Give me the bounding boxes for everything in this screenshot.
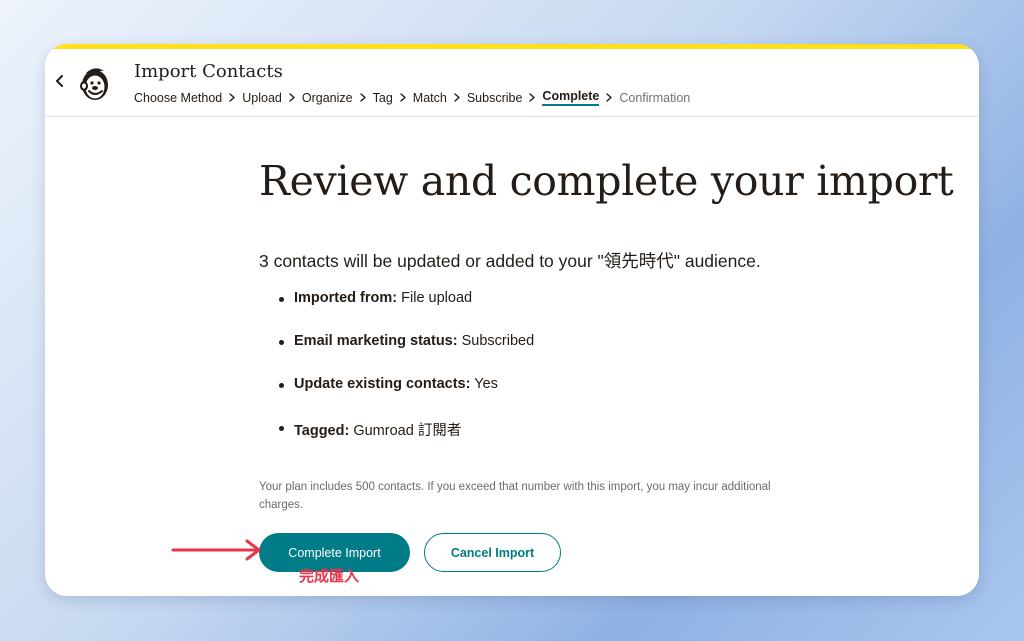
cancel-import-button[interactable]: Cancel Import: [424, 533, 561, 572]
list-item: Tagged: Gumroad 訂閱者: [259, 419, 534, 462]
detail-value: Gumroad 訂閱者: [353, 423, 462, 439]
chevron-left-icon: [56, 75, 63, 87]
page-header: Import Contacts Choose Method Upload Organ…: [45, 49, 979, 117]
breadcrumb-item[interactable]: Upload: [242, 91, 282, 105]
import-details-list: Imported from: File upload Email marketin…: [259, 290, 534, 462]
plan-note: Your plan includes 500 contacts. If you …: [259, 481, 771, 511]
breadcrumb-item[interactable]: Match: [413, 91, 447, 105]
chevron-right-icon: [282, 93, 302, 102]
annotation-arrow-icon: [171, 539, 261, 561]
detail-value: Yes: [474, 376, 498, 392]
detail-label: Email marketing status:: [294, 333, 458, 349]
breadcrumb-item[interactable]: Subscribe: [467, 91, 523, 105]
annotation-label: 完成匯入: [299, 568, 360, 585]
header-title: Import Contacts: [134, 61, 283, 82]
detail-label: Imported from:: [294, 290, 398, 306]
breadcrumb-item[interactable]: Confirmation: [619, 91, 690, 105]
detail-label: Tagged:: [294, 423, 350, 439]
breadcrumb-item[interactable]: Tag: [373, 91, 393, 105]
chevron-right-icon: [599, 93, 619, 102]
breadcrumb-item[interactable]: Complete: [542, 89, 600, 106]
breadcrumb-item[interactable]: Organize: [302, 91, 353, 105]
chevron-right-icon: [522, 93, 542, 102]
chevron-right-icon: [393, 93, 413, 102]
mailchimp-logo-icon: [80, 68, 108, 100]
import-card: Import Contacts Choose Method Upload Organ…: [45, 44, 979, 596]
chevron-right-icon: [447, 93, 467, 102]
list-item: Imported from: File upload: [259, 290, 534, 333]
chevron-right-icon: [353, 93, 373, 102]
page-title: Review and complete your import: [259, 157, 954, 205]
detail-value: File upload: [401, 290, 473, 306]
chevron-right-icon: [222, 93, 242, 102]
import-summary: 3 contacts will be updated or added to y…: [259, 251, 761, 271]
breadcrumb-item[interactable]: Choose Method: [134, 91, 222, 105]
detail-label: Update existing contacts:: [294, 376, 471, 392]
list-item: Email marketing status: Subscribed: [259, 333, 534, 376]
back-button[interactable]: [53, 74, 67, 88]
detail-value: Subscribed: [461, 333, 535, 349]
list-item: Update existing contacts: Yes: [259, 376, 534, 419]
breadcrumb: Choose Method Upload Organize Tag Match Subsc…: [134, 89, 690, 106]
